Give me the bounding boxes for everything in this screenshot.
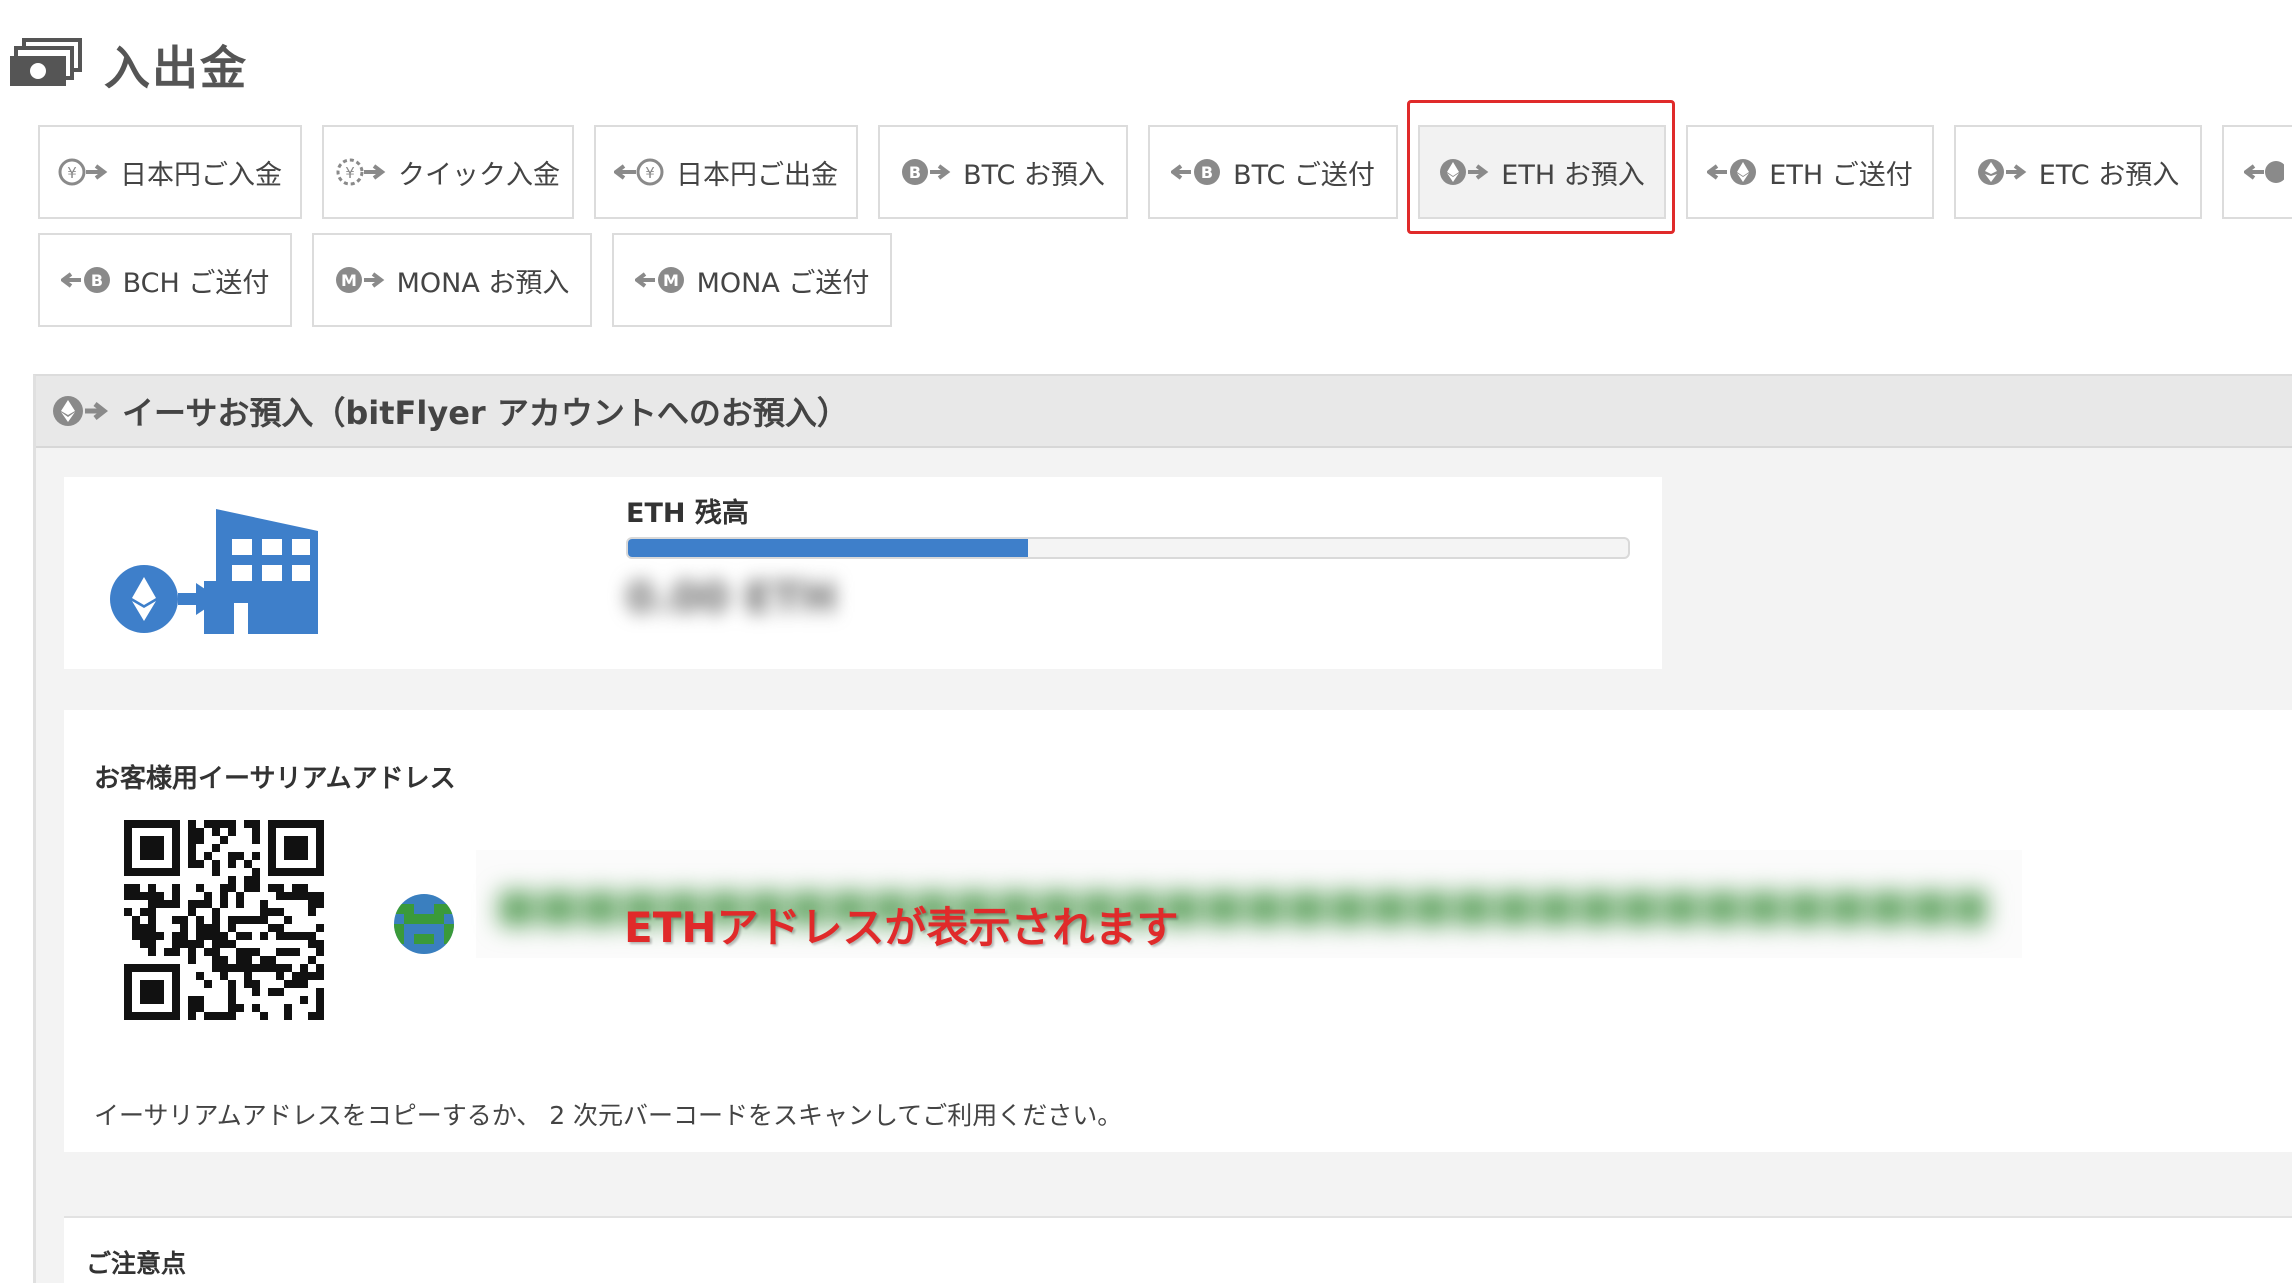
svg-text:¥: ¥	[645, 164, 655, 182]
yen-in-icon: ¥	[58, 157, 108, 187]
tab-btc-send[interactable]: B BTC ご送付	[1148, 125, 1398, 219]
tab-label: MONA お預入	[396, 267, 570, 299]
notes-card: ご注意点	[64, 1216, 2292, 1285]
balance-label: ETH 残高	[626, 498, 749, 529]
panel-title: イーサお預入（bitFlyer アカウントへのお預入）	[122, 394, 849, 432]
eth-in-icon	[52, 394, 108, 428]
svg-text:M: M	[663, 271, 679, 290]
tab-label: BTC ご送付	[1233, 159, 1375, 191]
active-tab-highlight	[1407, 100, 1675, 234]
tab-label: MONA ご送付	[696, 267, 870, 299]
eth-address-field[interactable]: ■■■■■■■■■■■■■■■■■■■■■■■■■■■■■■■■■■■■■■■■…	[476, 850, 2022, 958]
eth-out-icon	[1707, 157, 1757, 187]
panel-header: イーサお預入（bitFlyer アカウントへのお預入）	[36, 376, 2292, 448]
mona-out-icon: M	[634, 265, 685, 295]
identicon-avatar	[394, 894, 454, 954]
tab-label: BCH ご送付	[122, 267, 270, 299]
bch-out-icon: B	[60, 265, 111, 295]
arrow-left-icon	[2244, 157, 2284, 187]
balance-card: ETH 残高 0.00 ETH	[64, 477, 1662, 669]
qr-code	[124, 820, 324, 1020]
tab-label: ETC お預入	[2038, 159, 2180, 191]
address-card: お客様用イーサリアムアドレス ■■■■■■■■■■■■■■■■■■■■■■■■■…	[64, 710, 2292, 1152]
page-title: 入出金	[104, 41, 248, 95]
tab-label: 日本円ご入金	[120, 159, 282, 191]
tab-btc-deposit[interactable]: B BTC お預入	[878, 125, 1128, 219]
page-header: 入出金	[10, 30, 248, 100]
tab-label: ETH ご送付	[1769, 159, 1913, 191]
address-annotation: ETHアドレスが表示されます	[624, 903, 1179, 952]
tab-bch-send[interactable]: B BCH ご送付	[38, 233, 292, 327]
yen-quick-icon: ¥	[336, 157, 386, 187]
btc-in-icon: B	[901, 157, 951, 187]
tab-label: BTC お預入	[963, 159, 1105, 191]
svg-text:B: B	[909, 163, 921, 182]
tab-overflow[interactable]	[2222, 125, 2292, 219]
svg-text:¥: ¥	[67, 164, 77, 182]
address-title: お客様用イーサリアムアドレス	[94, 764, 456, 794]
balance-progress-fill	[628, 539, 1028, 557]
notes-title: ご注意点	[86, 1249, 187, 1278]
tab-quick-deposit[interactable]: ¥ クイック入金	[322, 125, 574, 219]
etc-in-icon	[1977, 157, 2027, 187]
balance-value: 0.00 ETH	[626, 573, 837, 622]
svg-text:B: B	[90, 271, 102, 290]
tab-label: 日本円ご出金	[676, 159, 838, 191]
svg-text:B: B	[1201, 163, 1213, 182]
svg-text:¥: ¥	[345, 164, 355, 182]
svg-text:M: M	[341, 271, 357, 290]
tab-mona-send[interactable]: M MONA ご送付	[612, 233, 892, 327]
tab-mona-deposit[interactable]: M MONA お預入	[312, 233, 592, 327]
tab-label: クイック入金	[398, 159, 560, 191]
tab-jpy-deposit[interactable]: ¥ 日本円ご入金	[38, 125, 302, 219]
btc-out-icon: B	[1171, 157, 1221, 187]
balance-progress	[626, 537, 1630, 559]
cash-icon	[10, 38, 84, 92]
exchange-building-icon	[108, 509, 328, 643]
tab-eth-send[interactable]: ETH ご送付	[1686, 125, 1934, 219]
tab-jpy-withdraw[interactable]: ¥ 日本円ご出金	[594, 125, 858, 219]
tab-etc-deposit[interactable]: ETC お預入	[1954, 125, 2202, 219]
yen-out-icon: ¥	[614, 157, 664, 187]
address-help-text: イーサリアムアドレスをコピーするか、 2 次元バーコードをスキャンしてご利用くだ…	[94, 1101, 1123, 1130]
mona-in-icon: M	[335, 265, 385, 295]
